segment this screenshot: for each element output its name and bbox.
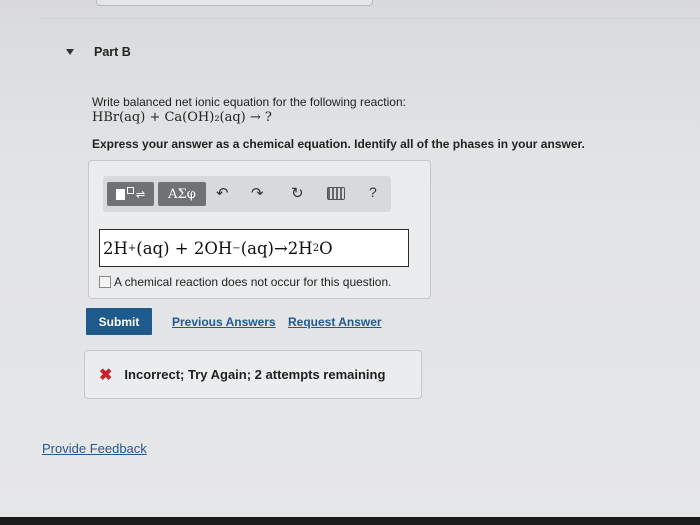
question-prompt: Write balanced net ionic equation for th… xyxy=(92,95,406,109)
part-header[interactable]: Part B xyxy=(66,44,131,60)
section-divider xyxy=(40,18,700,19)
no-reaction-label: A chemical reaction does not occur for t… xyxy=(114,275,392,289)
feedback-message: Incorrect; Try Again; 2 attempts remaini… xyxy=(124,367,386,382)
redo-icon[interactable]: ↷ xyxy=(251,184,264,202)
answer-text: 2H xyxy=(103,238,128,258)
template-superscript-icon xyxy=(126,186,134,194)
previous-answers-link[interactable]: Previous Answers xyxy=(172,315,276,329)
answer-text: O xyxy=(319,238,333,258)
feedback-box: ✖ Incorrect; Try Again; 2 attempts remai… xyxy=(84,350,422,399)
answer-instruction: Express your answer as a chemical equati… xyxy=(92,137,585,151)
reset-icon[interactable]: ↻ xyxy=(291,184,304,202)
help-button[interactable]: ? xyxy=(369,184,377,200)
screen-bezel xyxy=(0,517,700,525)
part-title: Part B xyxy=(94,45,131,59)
answer-text: (aq) + 2OH xyxy=(136,238,233,258)
templates-button[interactable]: ⇌ xyxy=(107,182,154,206)
answer-superscript: − xyxy=(232,242,241,254)
provide-feedback-link[interactable]: Provide Feedback xyxy=(42,441,147,456)
caret-down-icon[interactable] xyxy=(66,49,74,55)
submit-button[interactable]: Submit xyxy=(86,308,152,335)
equilibrium-arrow-icon: ⇌ xyxy=(135,188,146,201)
answer-superscript: + xyxy=(127,242,137,254)
template-block-icon xyxy=(115,188,125,200)
no-reaction-checkbox[interactable] xyxy=(99,276,111,288)
reaction-equation: HBr(aq) + Ca(OH)₂(aq) → ? xyxy=(92,110,272,125)
undo-icon[interactable]: ↶ xyxy=(216,184,229,202)
incorrect-x-icon: ✖ xyxy=(99,366,113,384)
answer-input[interactable]: 2H + (aq) + 2OH − (aq)→2H 2 O xyxy=(99,229,409,267)
greek-symbols-button[interactable]: ΑΣφ xyxy=(158,182,206,206)
no-reaction-option[interactable]: A chemical reaction does not occur for t… xyxy=(99,275,391,289)
previous-part-box xyxy=(96,0,373,6)
request-answer-link[interactable]: Request Answer xyxy=(288,315,382,329)
keyboard-icon[interactable] xyxy=(327,187,345,200)
answer-panel: ⇌ ΑΣφ ↶ ↷ ↻ ? 2H + (aq) + 2OH − (aq)→2H 2 O A … xyxy=(88,160,431,299)
equation-toolbar: ⇌ ΑΣφ ↶ ↷ ↻ ? xyxy=(103,176,391,212)
answer-text: (aq)→2H xyxy=(240,238,313,258)
